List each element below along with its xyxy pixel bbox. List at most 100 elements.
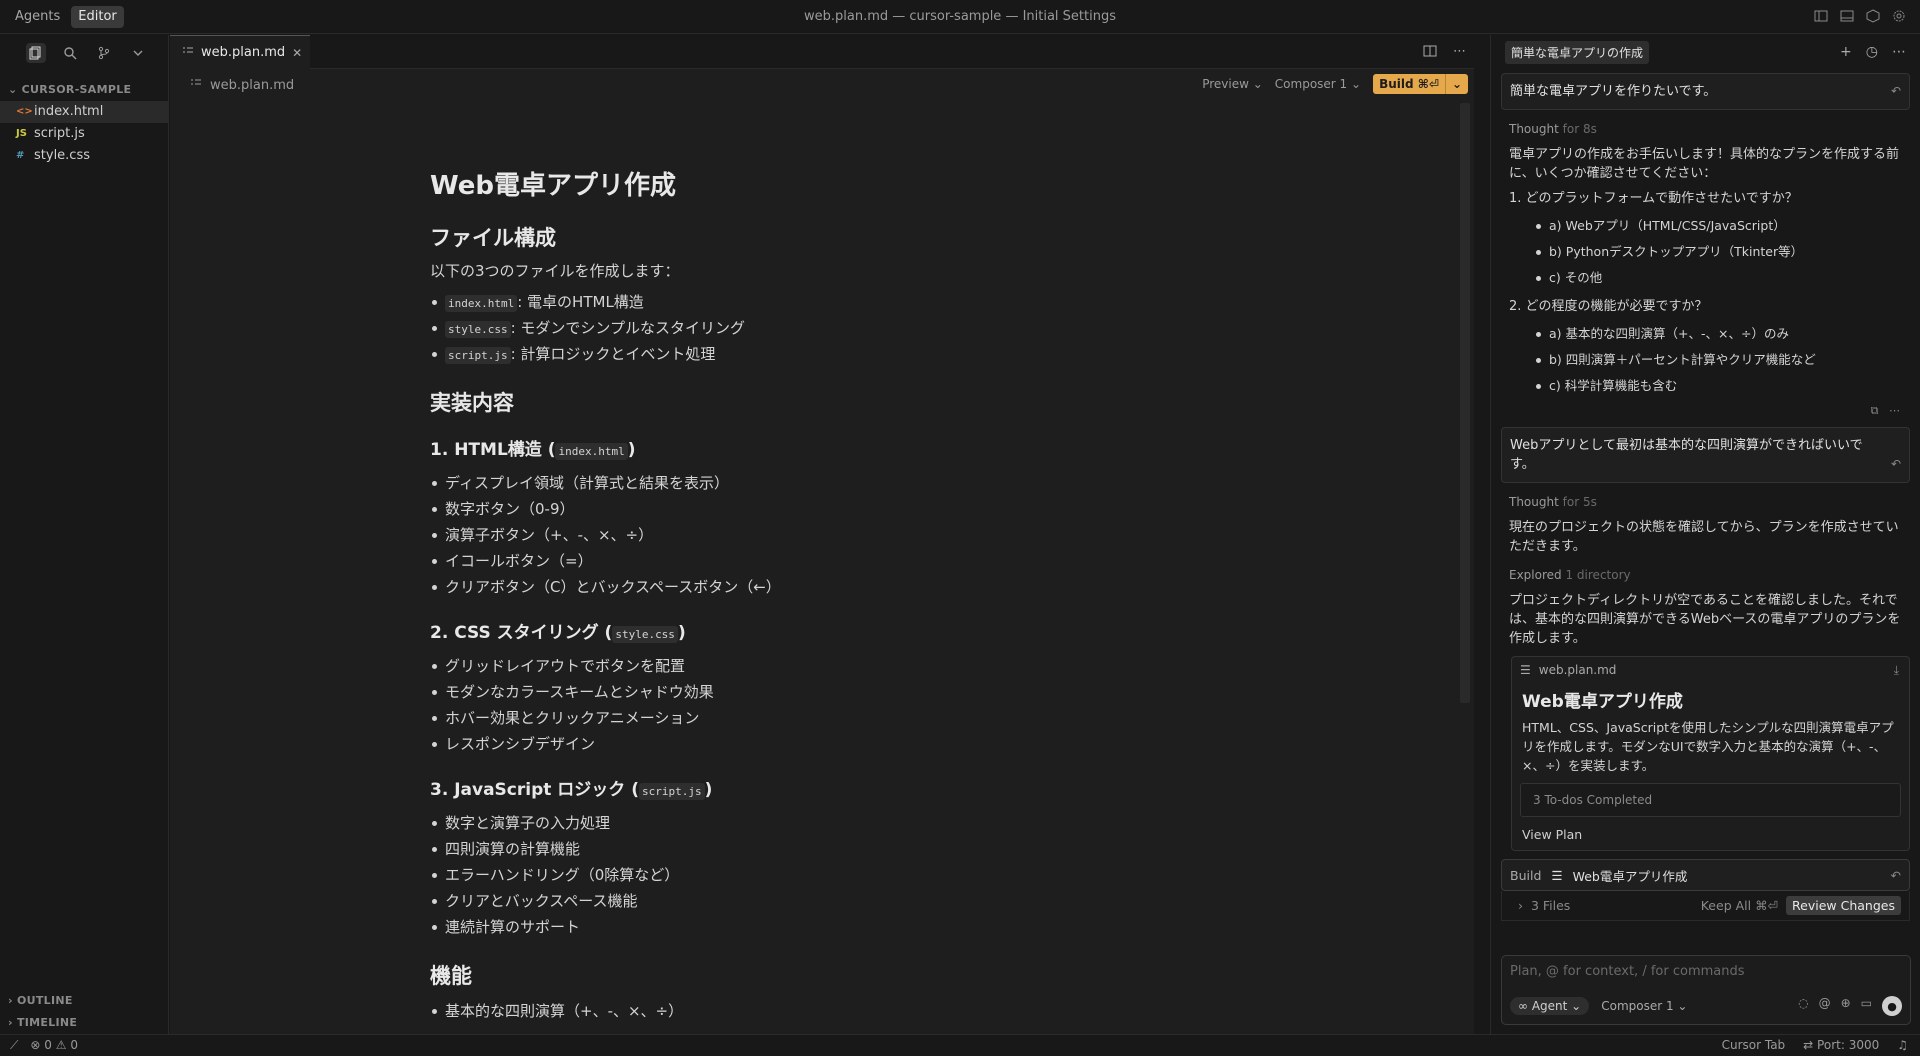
chevron-down-icon[interactable] xyxy=(128,43,148,63)
list-item: モダンなカラースキームとシャドウ効果 xyxy=(430,679,1190,705)
list-item: c) その他 xyxy=(1509,265,1902,291)
user-message[interactable]: 簡単な電卓アプリを作りたいです。 ↶ xyxy=(1501,73,1910,110)
list-item: a) Webアプリ（HTML/CSS/JavaScript） xyxy=(1509,213,1902,239)
view-plan-link[interactable]: View Plan xyxy=(1522,827,1899,842)
question-1-options: a) Webアプリ（HTML/CSS/JavaScript） b) Python… xyxy=(1509,213,1902,291)
toggle-panel-icon[interactable] xyxy=(1840,9,1854,23)
editor-tab-web-plan[interactable]: web.plan.md ✕ xyxy=(170,35,310,69)
more-actions-icon[interactable]: ⋯ xyxy=(1892,44,1906,60)
source-control-icon[interactable] xyxy=(94,43,114,63)
model-dropdown[interactable]: Composer 1 ⌄ xyxy=(1601,999,1687,1013)
close-icon[interactable]: ✕ xyxy=(292,46,302,60)
list-item: 数字と演算子の入力処理 xyxy=(430,810,1190,836)
assistant-reply: 電卓アプリの作成をお手伝いします！具体的なプランを作成する前に、いくつか確認させ… xyxy=(1509,147,1900,181)
chevron-down-icon[interactable]: ⌄ xyxy=(1444,74,1462,94)
revert-icon[interactable]: ↶ xyxy=(1891,868,1901,883)
file-style-css[interactable]: # style.css xyxy=(0,145,168,167)
cursor-tab-status[interactable]: Cursor Tab xyxy=(1722,1038,1786,1052)
chat-input[interactable]: Plan, @ for context, / for commands ∞ Ag… xyxy=(1501,955,1911,1025)
toggle-sidebar-icon[interactable] xyxy=(1814,9,1828,23)
agent-mode-dropdown[interactable]: ∞ Agent ⌄ xyxy=(1510,997,1590,1015)
question-2-options: a) 基本的な四則演算（+、-、×、÷）のみ b) 四則演算＋パーセント計算やク… xyxy=(1509,321,1902,399)
revert-icon[interactable]: ↶ xyxy=(1891,455,1901,474)
breadcrumb[interactable]: web.plan.md xyxy=(210,78,294,93)
thought-indicator[interactable]: Thought for 5s xyxy=(1509,493,1902,512)
list-item: b) Pythonデスクトップアプリ（Tkinter等） xyxy=(1509,239,1902,265)
chat-input-placeholder: Plan, @ for context, / for commands xyxy=(1510,964,1745,979)
composer-dropdown[interactable]: Composer 1 ⌄ xyxy=(1275,77,1361,91)
section-html-list: ディスプレイ領域（計算式と結果を表示） 数字ボタン（0-9） 演算子ボタン（+、… xyxy=(430,470,1190,600)
list-item: ディスプレイ領域（計算式と結果を表示） xyxy=(430,470,1190,496)
files-heading: ファイル構成 xyxy=(430,226,556,250)
list-item: レスポンシブデザイン xyxy=(430,731,1190,757)
extensions-icon[interactable] xyxy=(1866,9,1880,23)
preview-dropdown[interactable]: Preview ⌄ xyxy=(1202,77,1263,91)
history-clock-icon[interactable]: ◷ xyxy=(1866,44,1878,60)
more-actions-icon[interactable]: ⋯ xyxy=(1889,404,1900,417)
list-item: script.js: 計算ロジックとイベント処理 xyxy=(430,341,1190,367)
revert-icon[interactable]: ↶ xyxy=(1891,82,1901,101)
build-status-row[interactable]: Build ☰ Web電卓アプリ作成 ↶ xyxy=(1501,859,1910,891)
loading-spinner-icon: ◌ xyxy=(1798,996,1809,1010)
explorer-files-icon[interactable] xyxy=(26,43,46,63)
todos-status[interactable]: 3 To-dos Completed xyxy=(1520,783,1901,817)
plan-file-icon xyxy=(190,77,202,93)
html-file-icon: <> xyxy=(16,106,33,117)
file-script-js[interactable]: JS script.js xyxy=(0,123,168,145)
workspace-section-header[interactable]: ⌄ CURSOR-SAMPLE xyxy=(0,79,168,101)
port-status[interactable]: ⇄ Port: 3000 xyxy=(1803,1038,1879,1052)
features-list: 基本的な四則演算（+、-、×、÷） xyxy=(430,998,1190,1024)
list-item: index.html: 電卓のHTML構造 xyxy=(430,289,1190,315)
problems-indicator[interactable]: ⊗ 0 ⚠ 0 xyxy=(30,1038,78,1053)
build-button[interactable]: Build ⌘⏎ ⌄ xyxy=(1373,74,1468,94)
editor-scrollbar[interactable] xyxy=(1460,103,1470,703)
new-chat-plus-icon[interactable]: + xyxy=(1840,44,1852,60)
section-css-list: グリッドレイアウトでボタンを配置 モダンなカラースキームとシャドウ効果 ホバー効… xyxy=(430,653,1190,757)
list-item: 四則演算の計算機能 xyxy=(430,836,1190,862)
plan-card[interactable]: ☰ web.plan.md ⤓ Web電卓アプリ作成 HTML、CSS、JavaSc… xyxy=(1511,656,1910,851)
image-icon[interactable]: ▭ xyxy=(1861,996,1872,1016)
thought-indicator[interactable]: Thought for 8s xyxy=(1509,120,1902,139)
remote-icon[interactable]: ⟋ xyxy=(10,1038,18,1053)
list-item: エラーハンドリング（0除算など） xyxy=(430,862,1190,888)
section-css-heading: 2. CSS スタイリング (style.css) xyxy=(430,623,686,643)
section-html-heading: 1. HTML構造 (index.html) xyxy=(430,440,636,460)
outline-section[interactable]: › OUTLINE xyxy=(0,990,169,1012)
file-index-html[interactable]: <> index.html xyxy=(0,101,168,123)
keep-all-button[interactable]: Keep All ⌘⏎ xyxy=(1701,898,1778,913)
plan-file-icon: ☰ xyxy=(1551,867,1563,883)
css-file-icon: # xyxy=(16,150,25,161)
chevron-right-icon[interactable]: › xyxy=(1518,898,1523,913)
chevron-down-icon: ⌄ xyxy=(8,83,18,96)
download-icon[interactable]: ⤓ xyxy=(1894,663,1899,678)
list-item: クリアボタン（C）とバックスペースボタン（←） xyxy=(430,574,1190,600)
user-message[interactable]: Webアプリとして最初は基本的な四則演算ができればいいです。 ↶ xyxy=(1501,427,1910,483)
microphone-icon[interactable]: ● xyxy=(1882,996,1902,1016)
editor-area: web.plan.md ✕ ⋯ web.plan.md Preview ⌄ Co… xyxy=(170,35,1474,1034)
notifications-bell-icon[interactable]: ♫ xyxy=(1897,1038,1908,1052)
timeline-section[interactable]: › TIMELINE xyxy=(0,1012,169,1034)
plan-title: Web電卓アプリ作成 xyxy=(1522,692,1683,712)
globe-icon[interactable]: ⊕ xyxy=(1841,996,1851,1016)
doc-title: Web電卓アプリ作成 xyxy=(430,171,676,201)
split-editor-icon[interactable] xyxy=(1423,44,1437,62)
list-item: グリッドレイアウトでボタンを配置 xyxy=(430,653,1190,679)
list-item: イコールボタン（=） xyxy=(430,548,1190,574)
explored-indicator[interactable]: Explored 1 directory xyxy=(1509,566,1902,585)
review-changes-button[interactable]: Review Changes xyxy=(1786,896,1901,915)
plan-document: Web電卓アプリ作成 ファイル構成 以下の3つのファイルを作成します： inde… xyxy=(430,165,1190,1030)
more-actions-icon[interactable]: ⋯ xyxy=(1453,44,1466,62)
title-bar: Agents Editor web.plan.md — cursor-sampl… xyxy=(0,0,1920,34)
question-2: 2. どの程度の機能が必要ですか？ xyxy=(1509,299,1708,314)
explorer-sidebar: ⌄ CURSOR-SAMPLE <> index.html JS script.js… xyxy=(0,35,169,1034)
settings-gear-icon[interactable] xyxy=(1892,9,1906,23)
search-icon[interactable] xyxy=(60,43,80,63)
plan-file-icon: ☰ xyxy=(1520,663,1531,677)
status-bar: ⟋ ⊗ 0 ⚠ 0 Cursor Tab ⇄ Port: 3000 ♫ xyxy=(0,1034,1920,1056)
mention-at-icon[interactable]: @ xyxy=(1819,996,1831,1016)
copy-icon[interactable]: ⧉ xyxy=(1871,404,1879,417)
chat-tab-title[interactable]: 簡単な電卓アプリの作成 xyxy=(1505,40,1650,64)
changed-files-row[interactable]: › 3 Files Keep All ⌘⏎ Review Changes xyxy=(1501,891,1910,921)
list-item: ホバー効果とクリックアニメーション xyxy=(430,705,1190,731)
list-item: c) 科学計算機能も含む xyxy=(1509,373,1902,399)
